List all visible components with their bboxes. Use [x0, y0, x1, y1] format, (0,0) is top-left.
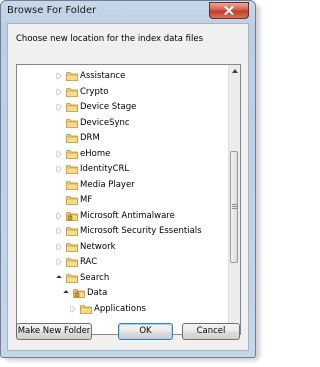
folder-icon — [80, 304, 92, 314]
collapsed-arrow-icon[interactable] — [57, 166, 61, 172]
tree-item-label: Network — [80, 241, 116, 252]
window-title: Browse For Folder — [7, 5, 97, 16]
folder-icon — [66, 211, 78, 221]
tree-item-label: Microsoft Antimalware — [80, 210, 175, 221]
collapsed-arrow-icon[interactable] — [57, 150, 61, 157]
folder-icon — [66, 242, 78, 252]
folder-icon — [66, 227, 78, 236]
tree-item-label: Media Player — [80, 179, 135, 190]
title-bar[interactable]: Browse For Folder — [1, 1, 255, 23]
description-text: Choose new location for the index data f… — [16, 34, 203, 44]
folder-icon — [66, 165, 78, 174]
tree-item[interactable]: Device Stage — [17, 100, 228, 116]
folder-icon — [66, 149, 78, 159]
tree-item-label: Crypto — [80, 86, 109, 97]
close-icon — [224, 6, 234, 15]
tree-item-label: Device Stage — [80, 102, 137, 112]
tree-item-label: Assistance — [80, 71, 126, 81]
folder-icon — [66, 196, 78, 205]
folder-icon — [66, 134, 78, 143]
collapsed-arrow-icon[interactable] — [57, 228, 61, 234]
tree-item[interactable]: Search — [17, 271, 228, 287]
tree-item[interactable]: MF — [17, 193, 228, 209]
collapsed-arrow-icon[interactable] — [57, 259, 61, 265]
tree-item[interactable]: IdentityCRL — [17, 162, 228, 178]
tree-item-label: MF — [80, 195, 93, 205]
vertical-scrollbar[interactable] — [228, 65, 240, 334]
scrollbar-thumb[interactable] — [230, 151, 238, 263]
tree-item[interactable]: Microsoft Antimalware — [17, 209, 228, 225]
tree-item[interactable]: Network — [17, 240, 228, 256]
folder-icon — [66, 258, 78, 267]
collapsed-arrow-icon[interactable] — [71, 305, 75, 312]
tree-item-label: DeviceSync — [80, 117, 130, 128]
folder-tree-list: Assistance Crypto Device Stage DeviceSync DR… — [17, 69, 228, 317]
scroll-up-button[interactable] — [229, 65, 240, 77]
tree-item[interactable]: Media Player — [17, 178, 228, 194]
collapsed-arrow-icon[interactable] — [57, 73, 61, 79]
folder-icon — [66, 87, 78, 97]
tree-item-label: Search — [80, 272, 110, 283]
browse-for-folder-dialog: Browse For Folder Choose new location fo… — [0, 0, 256, 358]
expanded-arrow-icon[interactable] — [56, 274, 62, 281]
dialog-content: Choose new location for the index data f… — [7, 23, 249, 351]
folder-icon — [66, 72, 78, 81]
collapsed-arrow-icon[interactable] — [57, 243, 61, 250]
folder-icon — [66, 273, 78, 283]
tree-item[interactable]: DeviceSync — [17, 116, 228, 132]
tree-item-label: Data — [87, 288, 108, 298]
tree-item[interactable]: Applications — [17, 302, 228, 318]
collapsed-arrow-icon[interactable] — [57, 88, 61, 95]
collapsed-arrow-icon[interactable] — [57, 212, 61, 219]
folder-icon — [66, 180, 78, 190]
tree-item-label: eHome — [80, 148, 111, 159]
tree-item-label: RAC — [80, 257, 98, 267]
tree-item[interactable]: eHome — [17, 147, 228, 163]
cancel-button[interactable]: Cancel — [182, 323, 240, 340]
tree-item[interactable]: Microsoft Security Essentials — [17, 224, 228, 240]
tree-item[interactable]: DRM — [17, 131, 228, 147]
make-new-folder-button[interactable]: Make New Folder — [16, 323, 92, 340]
folder-tree[interactable]: Assistance Crypto Device Stage DeviceSync DR… — [16, 64, 241, 335]
tree-item[interactable]: RAC — [17, 255, 228, 271]
tree-item[interactable]: Assistance — [17, 69, 228, 85]
tree-item-label: Applications — [94, 303, 146, 314]
ok-button[interactable]: OK — [118, 323, 173, 340]
grip-icon — [232, 204, 237, 210]
folder-icon — [66, 103, 78, 112]
tree-item[interactable]: Data — [17, 286, 228, 302]
folder-icon — [73, 289, 85, 298]
expanded-arrow-icon[interactable] — [63, 290, 69, 296]
tree-item-label: DRM — [80, 133, 100, 143]
collapsed-arrow-icon[interactable] — [57, 104, 61, 110]
folder-icon — [66, 118, 78, 128]
tree-item[interactable]: Crypto — [17, 85, 228, 101]
arrow-up-icon — [231, 69, 238, 73]
tree-item-label: IdentityCRL — [80, 164, 130, 174]
tree-item-label: Microsoft Security Essentials — [80, 226, 202, 236]
close-button[interactable] — [209, 2, 249, 19]
